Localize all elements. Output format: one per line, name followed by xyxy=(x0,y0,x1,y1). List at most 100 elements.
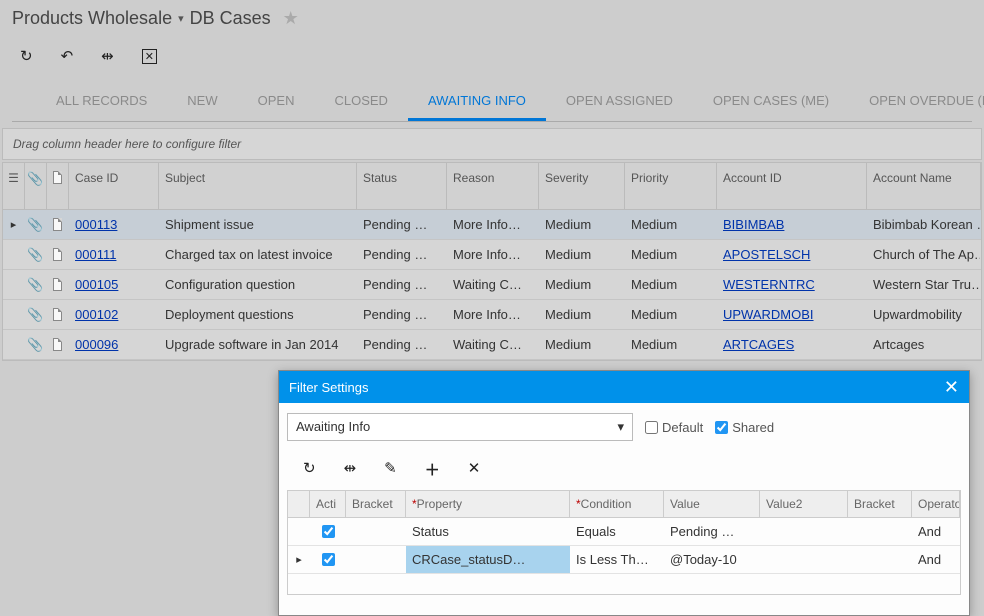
shared-label-text: Shared xyxy=(732,420,774,435)
table-row[interactable]: 📎000102Deployment questionsPending …More… xyxy=(3,300,981,330)
breadcrumb-item-2[interactable]: DB Cases xyxy=(190,8,271,29)
tab-all-records[interactable]: ALL RECORDS xyxy=(36,83,167,121)
refresh-icon[interactable]: ↻ xyxy=(20,47,33,65)
table-row[interactable]: 📎000096Upgrade software in Jan 2014Pendi… xyxy=(3,330,981,360)
column-expand[interactable]: ☰ xyxy=(3,163,25,209)
row-attachment-icon[interactable]: 📎 xyxy=(25,330,47,359)
account-id-link[interactable]: APOSTELSCH xyxy=(723,247,810,262)
row-document-icon[interactable] xyxy=(47,240,69,269)
tab-new[interactable]: NEW xyxy=(167,83,237,121)
cell-status: Pending … xyxy=(357,330,447,359)
cell-value2[interactable] xyxy=(760,546,848,573)
row-document-icon[interactable] xyxy=(47,270,69,299)
dg-col-operator[interactable]: Operato xyxy=(912,491,960,517)
filter-active-checkbox[interactable] xyxy=(310,546,346,573)
cell-condition[interactable]: Is Less Th… xyxy=(570,546,664,573)
tab-open[interactable]: OPEN xyxy=(238,83,315,121)
tab-closed[interactable]: CLOSED xyxy=(314,83,407,121)
column-case-id[interactable]: Case ID xyxy=(69,163,159,209)
account-id-link[interactable]: BIBIMBAB xyxy=(723,217,784,232)
column-reason[interactable]: Reason xyxy=(447,163,539,209)
column-subject[interactable]: Subject xyxy=(159,163,357,209)
filter-row-expand-icon[interactable] xyxy=(288,518,310,545)
dialog-titlebar[interactable]: Filter Settings ✕ xyxy=(279,371,969,403)
breadcrumb-item-1[interactable]: Products Wholesale xyxy=(12,8,172,29)
cell-operator[interactable]: And xyxy=(912,518,960,545)
tab-open-cases-me[interactable]: OPEN CASES (ME) xyxy=(693,83,849,121)
row-document-icon[interactable] xyxy=(47,300,69,329)
row-expand-icon[interactable] xyxy=(3,270,25,299)
dg-col-condition[interactable]: *Condition xyxy=(570,491,664,517)
column-document[interactable] xyxy=(47,163,69,209)
undo-icon[interactable]: ↶ xyxy=(61,47,74,65)
row-document-icon[interactable] xyxy=(47,330,69,359)
account-id-link[interactable]: UPWARDMOBI xyxy=(723,307,814,322)
table-row[interactable]: 📎000111Charged tax on latest invoicePend… xyxy=(3,240,981,270)
fit-columns-icon[interactable]: ⇹ xyxy=(101,47,114,65)
cell-property[interactable]: Status xyxy=(406,518,570,545)
default-checkbox-label[interactable]: Default xyxy=(645,420,703,435)
shared-checkbox-label[interactable]: Shared xyxy=(715,420,774,435)
dg-col-value2[interactable]: Value2 xyxy=(760,491,848,517)
case-id-link[interactable]: 000113 xyxy=(75,217,117,232)
filter-active-checkbox[interactable] xyxy=(310,518,346,545)
cell-value2[interactable] xyxy=(760,518,848,545)
case-id-link[interactable]: 000111 xyxy=(75,247,116,262)
dialog-fit-columns-icon[interactable]: ⇹ xyxy=(344,459,357,480)
cell-bracket2 xyxy=(848,546,912,573)
case-id-link[interactable]: 000105 xyxy=(75,277,118,292)
column-attachment[interactable]: 📎 xyxy=(25,163,47,209)
dg-col-bracket2[interactable]: Bracket xyxy=(848,491,912,517)
row-attachment-icon[interactable]: 📎 xyxy=(25,240,47,269)
column-priority[interactable]: Priority xyxy=(625,163,717,209)
shared-checkbox[interactable] xyxy=(715,421,728,434)
row-expand-icon[interactable] xyxy=(3,300,25,329)
cell-reason: More Info… xyxy=(447,240,539,269)
column-account-name[interactable]: Account Name xyxy=(867,163,981,209)
row-attachment-icon[interactable]: 📎 xyxy=(25,300,47,329)
case-id-link[interactable]: 000102 xyxy=(75,307,118,322)
dialog-edit-icon[interactable]: ✎ xyxy=(384,459,397,480)
dg-col-bracket1[interactable]: Bracket xyxy=(346,491,406,517)
cell-value[interactable]: Pending … xyxy=(664,518,760,545)
export-excel-icon[interactable]: ✕ xyxy=(142,49,157,64)
dialog-refresh-icon[interactable]: ↻ xyxy=(303,459,316,480)
default-checkbox[interactable] xyxy=(645,421,658,434)
filter-row[interactable]: StatusEqualsPending … And xyxy=(288,518,960,546)
row-expand-icon[interactable] xyxy=(3,330,25,359)
cell-operator[interactable]: And xyxy=(912,546,960,573)
table-row[interactable]: ▸📎000113Shipment issuePending …More Info… xyxy=(3,210,981,240)
account-id-link[interactable]: WESTERNTRC xyxy=(723,277,815,292)
row-attachment-icon[interactable]: 📎 xyxy=(25,270,47,299)
dialog-add-icon[interactable]: ＋ xyxy=(425,459,440,480)
dialog-close-icon[interactable]: ✕ xyxy=(944,378,959,396)
filter-drop-hint[interactable]: Drag column header here to configure fil… xyxy=(2,128,982,160)
case-id-link[interactable]: 000096 xyxy=(75,337,118,352)
cell-account-name: Bibimbab Korean … xyxy=(867,210,981,239)
column-status[interactable]: Status xyxy=(357,163,447,209)
filter-row-expand-icon[interactable]: ▸ xyxy=(288,546,310,573)
tab-open-overdue-me[interactable]: OPEN OVERDUE (ME) xyxy=(849,83,984,121)
cell-reason: Waiting C… xyxy=(447,330,539,359)
dg-col-value[interactable]: Value xyxy=(664,491,760,517)
dg-col-active[interactable]: Acti xyxy=(310,491,346,517)
filter-name-select[interactable]: Awaiting Info ▾ xyxy=(287,413,633,441)
favorite-star-icon[interactable]: ★ xyxy=(283,8,299,29)
dg-col-property[interactable]: *Property xyxy=(406,491,570,517)
tab-awaiting-info[interactable]: AWAITING INFO xyxy=(408,83,546,121)
column-account-id[interactable]: Account ID xyxy=(717,163,867,209)
cell-value[interactable]: @Today-10 xyxy=(664,546,760,573)
account-id-link[interactable]: ARTCAGES xyxy=(723,337,794,352)
table-row[interactable]: 📎000105Configuration questionPending …Wa… xyxy=(3,270,981,300)
cell-condition[interactable]: Equals xyxy=(570,518,664,545)
row-expand-icon[interactable] xyxy=(3,240,25,269)
row-attachment-icon[interactable]: 📎 xyxy=(25,210,47,239)
cell-severity: Medium xyxy=(539,240,625,269)
column-severity[interactable]: Severity xyxy=(539,163,625,209)
row-expand-icon[interactable]: ▸ xyxy=(3,210,25,239)
dialog-delete-icon[interactable]: ✕ xyxy=(468,459,481,480)
filter-row[interactable]: ▸ CRCase_statusD…Is Less Th…@Today-10 And xyxy=(288,546,960,574)
row-document-icon[interactable] xyxy=(47,210,69,239)
cell-property[interactable]: CRCase_statusD… xyxy=(406,546,570,573)
tab-open-assigned[interactable]: OPEN ASSIGNED xyxy=(546,83,693,121)
